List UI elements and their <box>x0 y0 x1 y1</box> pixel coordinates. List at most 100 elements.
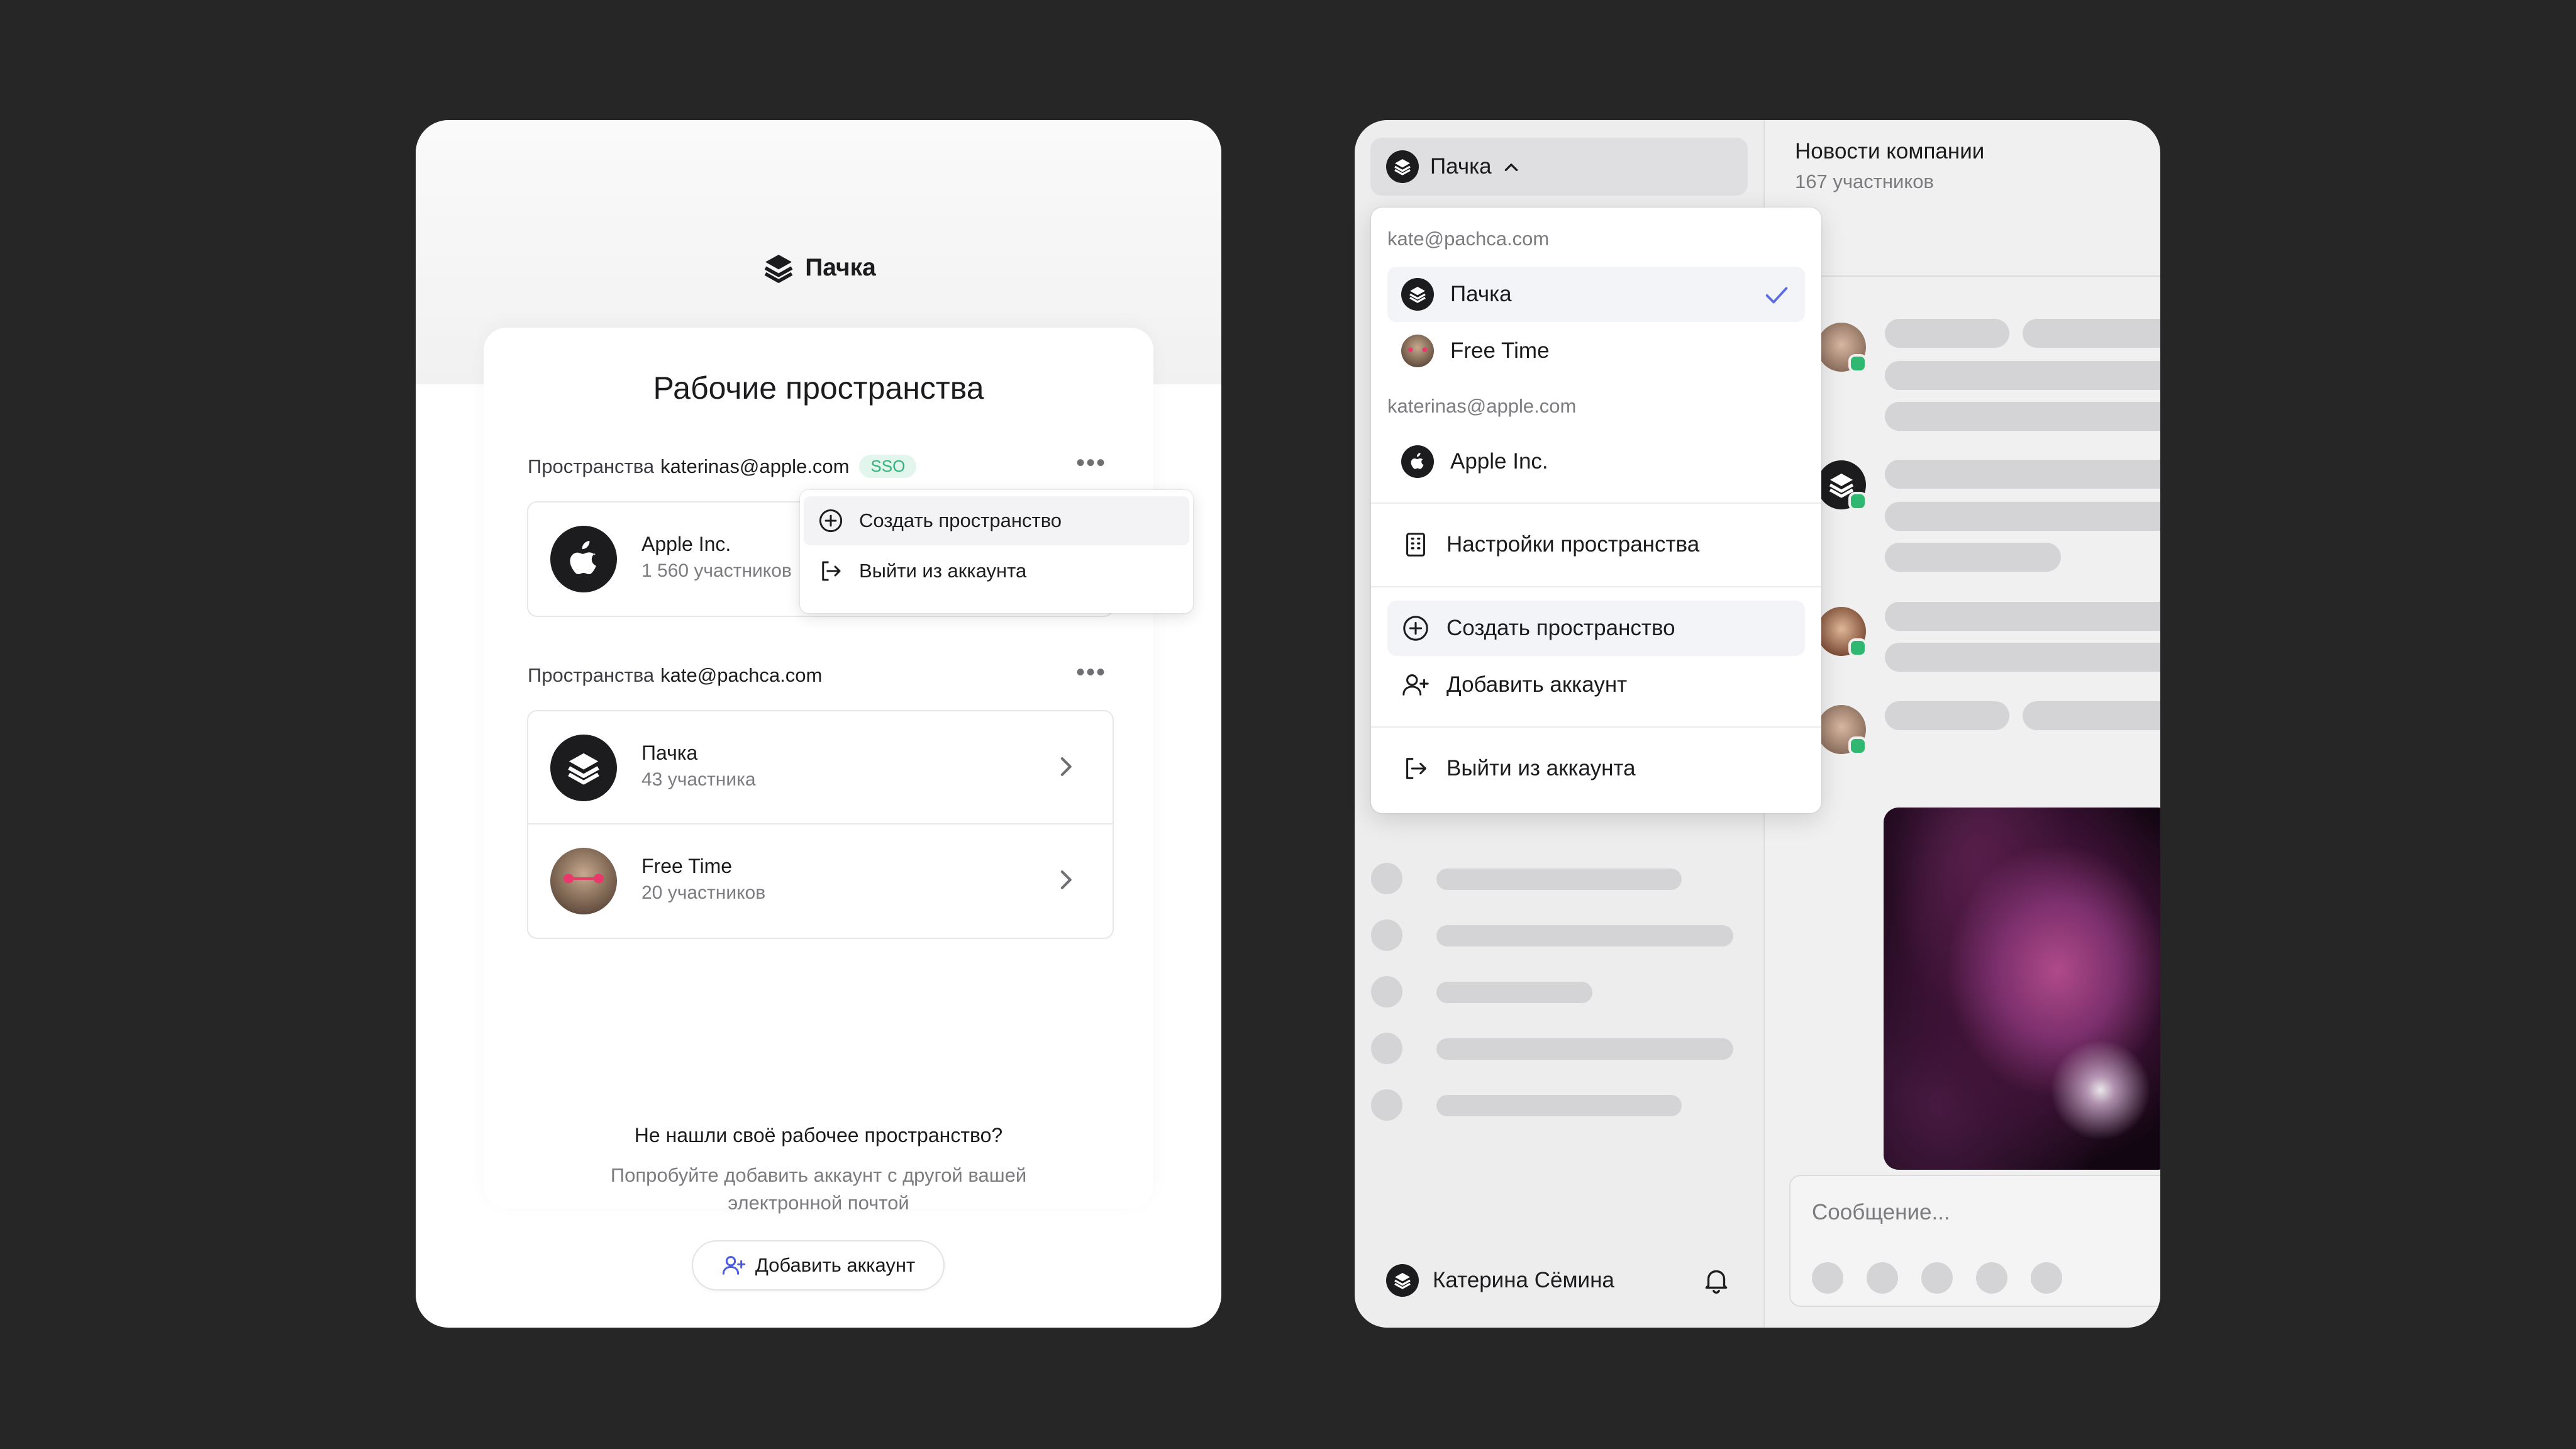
workspace-members: 1 560 участников <box>641 560 792 581</box>
dropdown-workspace-settings[interactable]: Настройки пространства <box>1387 517 1805 572</box>
nebula-image[interactable] <box>1884 808 2160 1170</box>
pachca-logo-icon <box>1409 287 1426 303</box>
dropdown-item-label: Выйти из аккаунта <box>1446 756 1636 780</box>
pachca-logo-icon <box>1394 1273 1411 1289</box>
plus-circle-icon <box>1403 616 1428 641</box>
brand-name: Пачка <box>805 254 876 281</box>
composer-tool-button[interactable] <box>1976 1262 2007 1294</box>
section-more-button-apple[interactable]: ••• <box>1076 450 1106 475</box>
skeleton-line <box>1436 869 1682 890</box>
workspace-name: Apple Inc. <box>641 533 731 555</box>
skeleton-line <box>1885 502 2160 531</box>
skeleton-avatar <box>1371 976 1402 1008</box>
channel-title: Новости компании <box>1795 139 1985 164</box>
dropdown-workspace-pachca[interactable]: Пачка <box>1387 267 1805 322</box>
sso-badge: SSO <box>859 455 917 478</box>
skeleton-line <box>1885 361 2160 390</box>
dropdown-divider <box>1371 502 1821 504</box>
workspace-name: Пачка <box>641 741 698 764</box>
chevron-right-icon <box>1060 870 1072 889</box>
user-name: Катерина Сёмина <box>1433 1268 1614 1292</box>
dropdown-workspace-apple[interactable]: Apple Inc. <box>1387 434 1805 489</box>
user-plus-icon <box>722 1256 745 1275</box>
pachca-logo-icon <box>764 255 793 283</box>
menu-item-label: Создать пространство <box>859 509 1062 531</box>
user-avatar <box>1386 1264 1419 1297</box>
dropdown-item-label: Настройки пространства <box>1446 532 1700 557</box>
workspace-switcher[interactable]: Пачка <box>1370 138 1748 196</box>
logout-icon <box>822 561 841 581</box>
online-indicator <box>1848 736 1867 755</box>
skeleton-line <box>1885 460 2160 489</box>
current-user[interactable]: Катерина Сёмина <box>1370 1264 1748 1297</box>
user-plus-icon <box>1402 674 1429 696</box>
composer-tool-button[interactable] <box>2031 1262 2062 1294</box>
dropdown-item-label: Free Time <box>1450 338 1550 363</box>
workspace-dropdown: kate@pachca.com Пачка Free Time katerina… <box>1371 208 1821 813</box>
skeleton-line <box>1885 402 2160 431</box>
dropdown-divider <box>1371 726 1821 728</box>
not-found-title: Не нашли своё рабочее пространство? <box>634 1124 1003 1146</box>
workspace-row-free-time[interactable]: Free Time 20 участников <box>528 823 1113 936</box>
skeleton-line <box>2023 319 2160 348</box>
section-prefix: Пространства <box>528 664 655 686</box>
checkmark-icon <box>1765 287 1788 304</box>
skeleton-avatar <box>1371 1089 1402 1121</box>
workspace-switcher-label: Пачка <box>1430 154 1492 179</box>
online-indicator <box>1848 638 1867 657</box>
menu-item-create-workspace[interactable]: Создать пространство <box>804 496 1189 545</box>
workspace-row-pachca[interactable]: Пачка 43 участника <box>528 711 1113 823</box>
skeleton-line <box>1436 1038 1733 1060</box>
skeleton-avatar <box>1371 863 1402 894</box>
dropdown-item-label: Добавить аккаунт <box>1446 672 1628 697</box>
page-title: Рабочие пространства <box>653 370 984 406</box>
online-indicator <box>1848 492 1867 511</box>
apple-logo-icon <box>570 541 596 575</box>
skeleton-line <box>1885 701 2009 730</box>
add-account-label: Добавить аккаунт <box>755 1254 916 1276</box>
menu-item-logout[interactable]: Выйти из аккаунта <box>804 547 1189 596</box>
apple-avatar <box>1401 445 1434 478</box>
dropdown-divider <box>1371 586 1821 587</box>
header-divider <box>1763 275 2160 277</box>
dropdown-logout[interactable]: Выйти из аккаунта <box>1387 741 1805 796</box>
section-more-button-pachca[interactable]: ••• <box>1076 660 1106 685</box>
pachca-logo-icon <box>1394 159 1411 175</box>
pachca-avatar <box>550 735 617 801</box>
dropdown-item-label: Создать пространство <box>1446 616 1675 640</box>
workspace-list-pachca: Пачка 43 участника Free Time 20 участник… <box>527 710 1114 939</box>
section-header-apple: Пространства katerinas@apple.com SSO <box>528 455 917 478</box>
skeleton-line <box>1436 1095 1682 1116</box>
dropdown-create-workspace[interactable]: Создать пространство <box>1387 601 1805 656</box>
channel-members: 167 участников <box>1795 170 1934 192</box>
apple-avatar <box>550 526 617 592</box>
plus-circle-icon <box>819 509 843 533</box>
section-context-menu: Создать пространство Выйти из аккаунта <box>800 490 1193 613</box>
dropdown-item-label: Пачка <box>1450 282 1512 306</box>
composer-tool-button[interactable] <box>1867 1262 1898 1294</box>
chevron-up-icon <box>1504 164 1518 172</box>
composer-tool-button[interactable] <box>1921 1262 1953 1294</box>
message-avatar <box>1817 607 1867 657</box>
free-time-avatar <box>1401 335 1434 367</box>
menu-item-label: Выйти из аккаунта <box>859 560 1027 582</box>
logout-icon <box>1406 758 1426 779</box>
add-account-button[interactable]: Добавить аккаунт <box>692 1240 945 1291</box>
skeleton-line <box>1885 602 2160 631</box>
apple-logo-icon <box>1411 453 1424 469</box>
online-indicator <box>1848 354 1867 373</box>
workspaces-card: Пачка Рабочие пространства Пространства … <box>416 120 1221 1328</box>
skeleton-line <box>1436 925 1733 947</box>
account-email: katerinas@apple.com <box>1387 395 1577 417</box>
message-composer[interactable]: Сообщение... <box>1789 1175 2160 1307</box>
dropdown-add-account[interactable]: Добавить аккаунт <box>1387 657 1805 713</box>
dropdown-workspace-free-time[interactable]: Free Time <box>1387 323 1805 379</box>
skeleton-line <box>1436 982 1592 1003</box>
skeleton-avatar <box>1371 919 1402 951</box>
composer-tool-button[interactable] <box>1812 1262 1843 1294</box>
dropdown-item-label: Apple Inc. <box>1450 449 1548 474</box>
account-email: kate@pachca.com <box>1387 228 1550 250</box>
pachca-avatar <box>1401 278 1434 311</box>
bell-icon[interactable] <box>1701 1265 1732 1296</box>
section-header-pachca: Пространства kate@pachca.com <box>528 664 822 687</box>
